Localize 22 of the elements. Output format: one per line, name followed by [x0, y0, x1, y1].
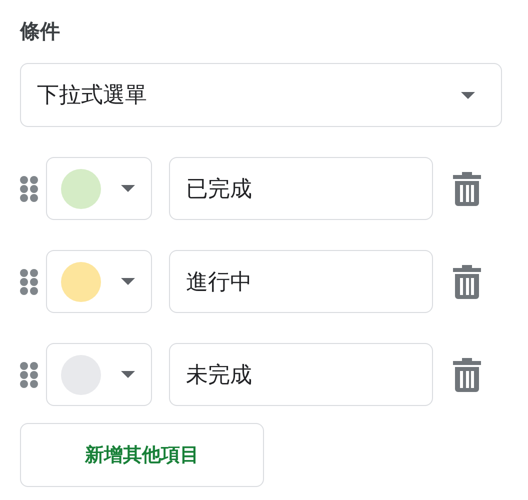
- caret-icon: [121, 278, 135, 285]
- trash-icon: [453, 172, 481, 206]
- color-picker-button[interactable]: [46, 343, 152, 406]
- item-input-field[interactable]: 未完成: [169, 343, 433, 406]
- color-picker-button[interactable]: [46, 157, 152, 220]
- drag-handle-icon[interactable]: [20, 176, 38, 202]
- trash-icon: [453, 358, 481, 392]
- color-picker-button[interactable]: [46, 250, 152, 313]
- caret-icon: [461, 92, 475, 98]
- drag-handle-icon[interactable]: [20, 268, 38, 294]
- caret-icon: [121, 371, 135, 378]
- criteria-dropdown[interactable]: 下拉式選單: [20, 63, 502, 127]
- drag-handle-icon[interactable]: [20, 362, 38, 388]
- delete-button[interactable]: [453, 264, 481, 298]
- delete-button[interactable]: [453, 358, 481, 392]
- section-label: 條件: [20, 18, 61, 44]
- add-item-button[interactable]: 新增其他項目: [20, 423, 264, 487]
- trash-icon: [453, 264, 481, 298]
- item-input-field[interactable]: 進行中: [169, 250, 433, 313]
- item-input-field[interactable]: 已完成: [169, 157, 433, 220]
- caret-icon: [121, 185, 135, 192]
- delete-button[interactable]: [453, 172, 481, 206]
